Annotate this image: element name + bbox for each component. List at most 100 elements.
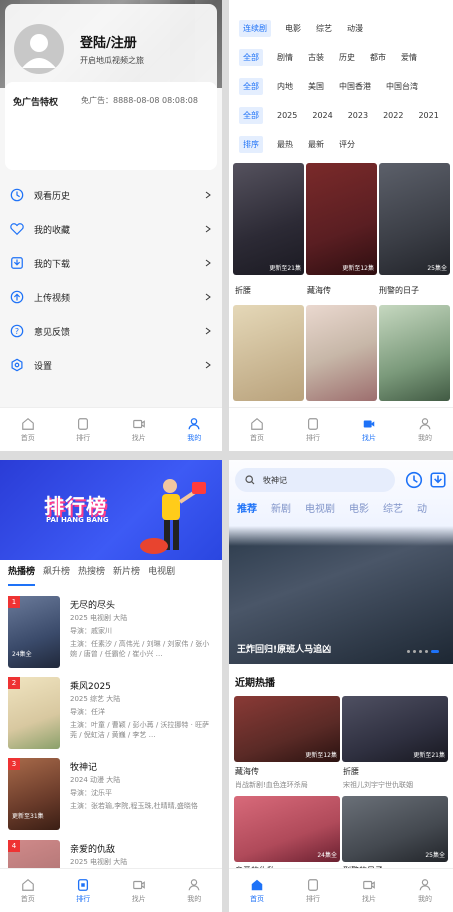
history-icon[interactable] xyxy=(405,471,423,489)
bottom-tab-bar: 首页 排行 找片 我的 xyxy=(0,407,222,451)
video-title[interactable]: 折腰 xyxy=(343,766,359,777)
video-card[interactable]: 24集全 xyxy=(234,796,340,862)
video-title[interactable]: 藏海传 xyxy=(307,285,331,296)
video-title[interactable]: 折腰 xyxy=(235,285,251,296)
chevron-right-icon xyxy=(205,191,211,199)
tab-rank[interactable]: 排行 xyxy=(285,408,341,451)
filter-option[interactable]: 中国台湾 xyxy=(386,81,418,92)
tab-rank[interactable]: 排行 xyxy=(285,869,341,912)
menu-item-feedback[interactable]: ? 意见反馈 xyxy=(0,314,222,348)
video-poster[interactable]: 更新至12集 xyxy=(306,163,377,275)
filter-option[interactable]: 最新 xyxy=(308,139,324,150)
menu-item-label: 意见反馈 xyxy=(34,327,71,338)
video-card[interactable]: 更新至21集 xyxy=(342,696,448,762)
filter-option[interactable]: 2022 xyxy=(383,111,403,120)
tab-mine[interactable]: 我的 xyxy=(397,408,453,451)
filter-option[interactable]: 爱情 xyxy=(401,52,417,63)
history-icon xyxy=(10,188,24,202)
filter-option[interactable]: 美国 xyxy=(308,81,324,92)
tab-rank[interactable]: 排行 xyxy=(56,408,112,451)
hero-caption[interactable]: 王炸回归!原班人马追凶 xyxy=(237,642,331,655)
filter-option[interactable]: 剧情 xyxy=(277,52,293,63)
search-text: 牧神记 xyxy=(263,475,287,485)
rank-tab[interactable]: 热播榜 xyxy=(8,564,36,586)
category-tab[interactable]: 动 xyxy=(417,500,427,515)
rank-tab[interactable]: 飙升榜 xyxy=(43,564,70,586)
filter-option[interactable]: 连续剧 xyxy=(239,20,271,37)
avatar[interactable] xyxy=(14,24,64,74)
menu-item-settings[interactable]: 设置 xyxy=(0,348,222,382)
category-tab[interactable]: 推荐 xyxy=(237,500,257,515)
filter-option[interactable]: 2023 xyxy=(348,111,368,120)
video-poster[interactable]: 25集全 xyxy=(379,163,450,275)
rank-item[interactable]: 2 乘风2025 2025 综艺 大陆 导演：任洋 主演：叶童 / 曹颖 / 彭… xyxy=(8,677,218,757)
rank-tab[interactable]: 电视剧 xyxy=(148,564,175,586)
category-tab[interactable]: 综艺 xyxy=(383,500,403,515)
video-meta: 2025 电视剧 大陆 xyxy=(70,614,128,622)
video-title[interactable]: 乘风2025 xyxy=(70,679,111,692)
rank-item[interactable]: 24集全 1 无尽的尽头 2025 电视剧 大陆 导演：戚家川 主演：任素汐 /… xyxy=(8,596,218,676)
menu-item-upload[interactable]: 上传视频 xyxy=(0,280,222,314)
filter-option[interactable]: 古装 xyxy=(308,52,324,63)
tab-find[interactable]: 找片 xyxy=(341,408,397,451)
video-title[interactable]: 牧神记 xyxy=(70,760,97,773)
video-title[interactable]: 亲爱的仇敌 xyxy=(70,842,115,855)
filter-option[interactable]: 2024 xyxy=(312,111,332,120)
video-card[interactable]: 25集全 xyxy=(342,796,448,862)
menu-item-favorites[interactable]: 我的收藏 xyxy=(0,212,222,246)
video-director: 导演：任洋 xyxy=(70,708,105,716)
filter-option[interactable]: 评分 xyxy=(339,139,355,150)
tab-home[interactable]: 首页 xyxy=(0,408,56,451)
ad-free-privilege-card[interactable]: 免广告特权 免广告：8888-08-08 08:08:08 xyxy=(5,82,217,170)
menu-item-history[interactable]: 观看历史 xyxy=(0,178,222,212)
filter-option[interactable]: 历史 xyxy=(339,52,355,63)
home-header: 牧神记 xyxy=(229,460,453,530)
filter-option[interactable]: 都市 xyxy=(370,52,386,63)
download-icon[interactable] xyxy=(429,471,447,489)
video-title[interactable]: 刑警的日子 xyxy=(379,285,419,296)
rank-tab[interactable]: 热搜榜 xyxy=(78,564,105,586)
filter-option[interactable]: 中国香港 xyxy=(339,81,371,92)
tab-find[interactable]: 找片 xyxy=(111,869,167,912)
category-tab[interactable]: 新剧 xyxy=(271,500,291,515)
search-input[interactable]: 牧神记 xyxy=(235,468,395,492)
login-subtitle: 开启地瓜视频之旅 xyxy=(80,56,144,65)
filter-option[interactable]: 电影 xyxy=(285,23,301,34)
category-tab[interactable]: 电视剧 xyxy=(305,500,335,515)
tab-mine[interactable]: 我的 xyxy=(167,408,223,451)
filter-option[interactable]: 排序 xyxy=(239,136,263,153)
tab-label: 排行 xyxy=(76,433,91,442)
menu-item-label: 我的下载 xyxy=(34,259,71,270)
filter-option[interactable]: 全部 xyxy=(239,107,263,124)
rank-item[interactable]: 更新至31集 3 牧神记 2024 动漫 大陆 导演：沈乐平 主演：张若瑜,李院… xyxy=(8,758,218,838)
login-title[interactable]: 登陆/注册 xyxy=(80,32,137,51)
filter-option[interactable]: 全部 xyxy=(239,78,263,95)
tab-mine[interactable]: 我的 xyxy=(167,869,223,912)
filter-option[interactable]: 综艺 xyxy=(316,23,332,34)
rank-tab[interactable]: 新片榜 xyxy=(113,564,140,586)
category-tab[interactable]: 电影 xyxy=(349,500,369,515)
tab-home[interactable]: 首页 xyxy=(229,408,285,451)
tab-find[interactable]: 找片 xyxy=(341,869,397,912)
video-poster[interactable]: 更新至21集 xyxy=(233,163,304,275)
filter-option[interactable]: 内地 xyxy=(277,81,293,92)
tab-mine[interactable]: 我的 xyxy=(397,869,453,912)
video-title[interactable]: 无尽的尽头 xyxy=(70,598,115,611)
category-tabs: 推荐 新剧 电视剧 电影 综艺 动 xyxy=(237,500,441,515)
filter-option[interactable]: 2025 xyxy=(277,111,297,120)
rank-number: 2 xyxy=(8,677,20,689)
video-poster[interactable] xyxy=(233,305,304,401)
filter-option[interactable]: 2021 xyxy=(418,111,438,120)
filter-option[interactable]: 最热 xyxy=(277,139,293,150)
tab-find[interactable]: 找片 xyxy=(111,408,167,451)
tab-rank[interactable]: 排行 xyxy=(56,869,112,912)
filter-option[interactable]: 全部 xyxy=(239,49,263,66)
tab-home[interactable]: 首页 xyxy=(0,869,56,912)
menu-item-downloads[interactable]: 我的下载 xyxy=(0,246,222,280)
tab-home[interactable]: 首页 xyxy=(229,869,285,912)
video-title[interactable]: 藏海传 xyxy=(235,766,259,777)
video-card[interactable]: 更新至12集 xyxy=(234,696,340,762)
video-poster[interactable] xyxy=(306,305,377,401)
filter-option[interactable]: 动漫 xyxy=(347,23,363,34)
video-poster[interactable] xyxy=(379,305,450,401)
